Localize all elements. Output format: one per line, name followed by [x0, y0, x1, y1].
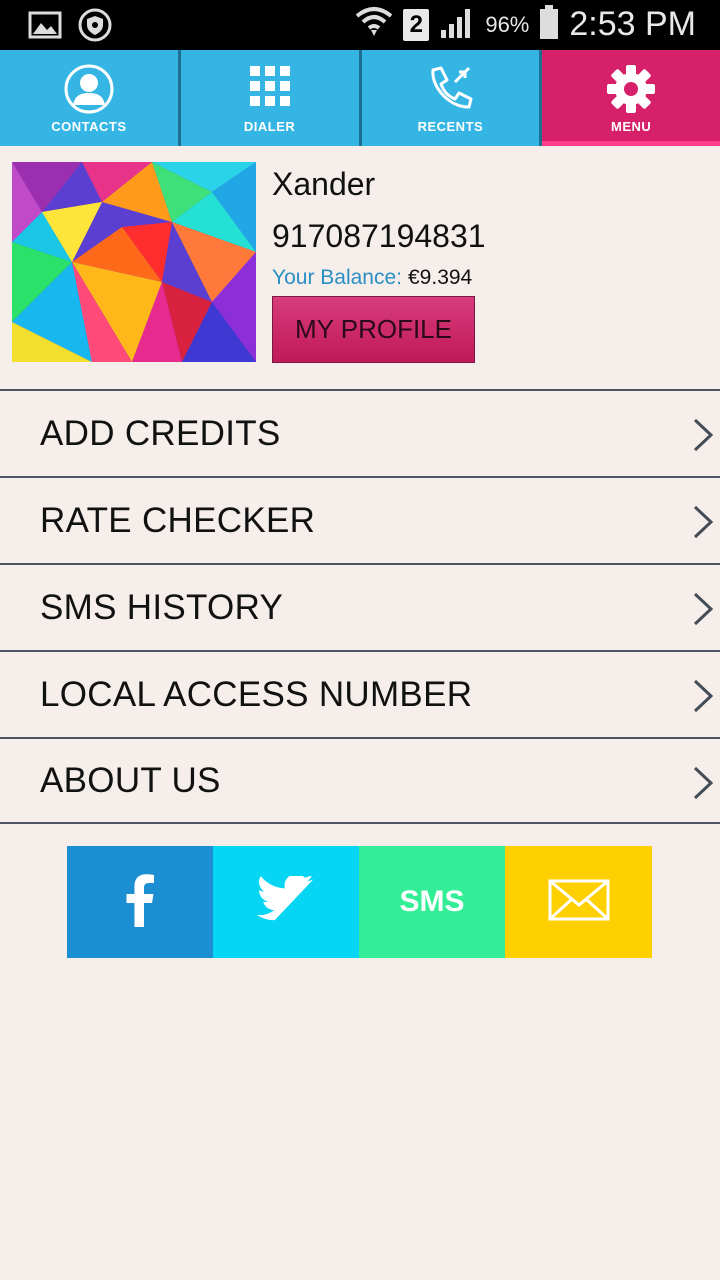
- menu-item-local-access-number[interactable]: LOCAL ACCESS NUMBER: [0, 650, 720, 737]
- battery-icon: [539, 5, 559, 44]
- shield-icon: [78, 8, 112, 47]
- share-email-button[interactable]: [505, 846, 652, 958]
- tab-menu[interactable]: MENU: [542, 50, 720, 146]
- my-profile-button[interactable]: MY PROFILE: [272, 296, 475, 363]
- image-icon: [28, 11, 62, 44]
- share-sms-button[interactable]: SMS: [359, 846, 505, 958]
- chevron-right-icon: [692, 592, 714, 631]
- battery-percent: 96%: [485, 11, 530, 37]
- twitter-icon: [256, 873, 315, 929]
- menu-item-sms-history[interactable]: SMS HISTORY: [0, 563, 720, 650]
- signal-icon: [439, 6, 475, 43]
- tab-contacts[interactable]: CONTACTS: [0, 50, 178, 146]
- balance-value: €9.394: [408, 266, 473, 289]
- avatar[interactable]: [12, 162, 256, 362]
- menu-item-label: LOCAL ACCESS NUMBER: [40, 674, 473, 714]
- menu-item-label: ADD CREDITS: [40, 413, 281, 453]
- share-facebook-button[interactable]: [67, 846, 213, 958]
- tab-label: CONTACTS: [51, 119, 127, 134]
- menu-item-label: RATE CHECKER: [40, 500, 316, 540]
- menu-item-rate-checker[interactable]: RATE CHECKER: [0, 476, 720, 563]
- chevron-right-icon: [692, 505, 714, 544]
- profile-card: Xander 917087194831 Your Balance: €9.394 …: [0, 146, 720, 390]
- tab-recents[interactable]: RECENTS: [361, 50, 540, 146]
- chevron-right-icon: [692, 418, 714, 457]
- profile-phone: 917087194831: [272, 218, 486, 254]
- balance: Your Balance: €9.394: [272, 266, 472, 290]
- dialpad-icon: [248, 64, 292, 113]
- menu-item-label: SMS HISTORY: [40, 587, 284, 627]
- chevron-right-icon: [692, 766, 714, 805]
- tab-bar: CONTACTS DIALER RECENTS MENU: [0, 50, 720, 146]
- phone-calls-icon: [425, 64, 475, 119]
- chevron-right-icon: [692, 679, 714, 718]
- sms-label: SMS: [399, 885, 465, 918]
- balance-label: Your Balance:: [272, 266, 402, 289]
- gear-icon: [606, 64, 656, 119]
- facebook-icon: [125, 873, 155, 932]
- menu-list: ADD CREDITS RATE CHECKER SMS HISTORY LOC…: [0, 389, 720, 824]
- status-bar: 2 96% 2:53 PM: [0, 0, 720, 50]
- tab-dialer[interactable]: DIALER: [180, 50, 359, 146]
- tab-label: DIALER: [243, 119, 296, 134]
- share-bar: SMS: [67, 846, 652, 958]
- sim-indicator: 2: [403, 8, 430, 41]
- menu-item-about-us[interactable]: ABOUT US: [0, 737, 720, 824]
- wifi-icon: [355, 4, 393, 45]
- clock: 2:53 PM: [569, 5, 696, 43]
- person-icon: [64, 64, 114, 119]
- tab-label: RECENTS: [417, 119, 484, 134]
- profile-name: Xander: [272, 166, 376, 202]
- menu-item-add-credits[interactable]: ADD CREDITS: [0, 389, 720, 476]
- tab-label: MENU: [610, 119, 652, 134]
- menu-item-label: ABOUT US: [40, 760, 221, 800]
- share-twitter-button[interactable]: [213, 846, 359, 958]
- envelope-icon: [548, 879, 610, 926]
